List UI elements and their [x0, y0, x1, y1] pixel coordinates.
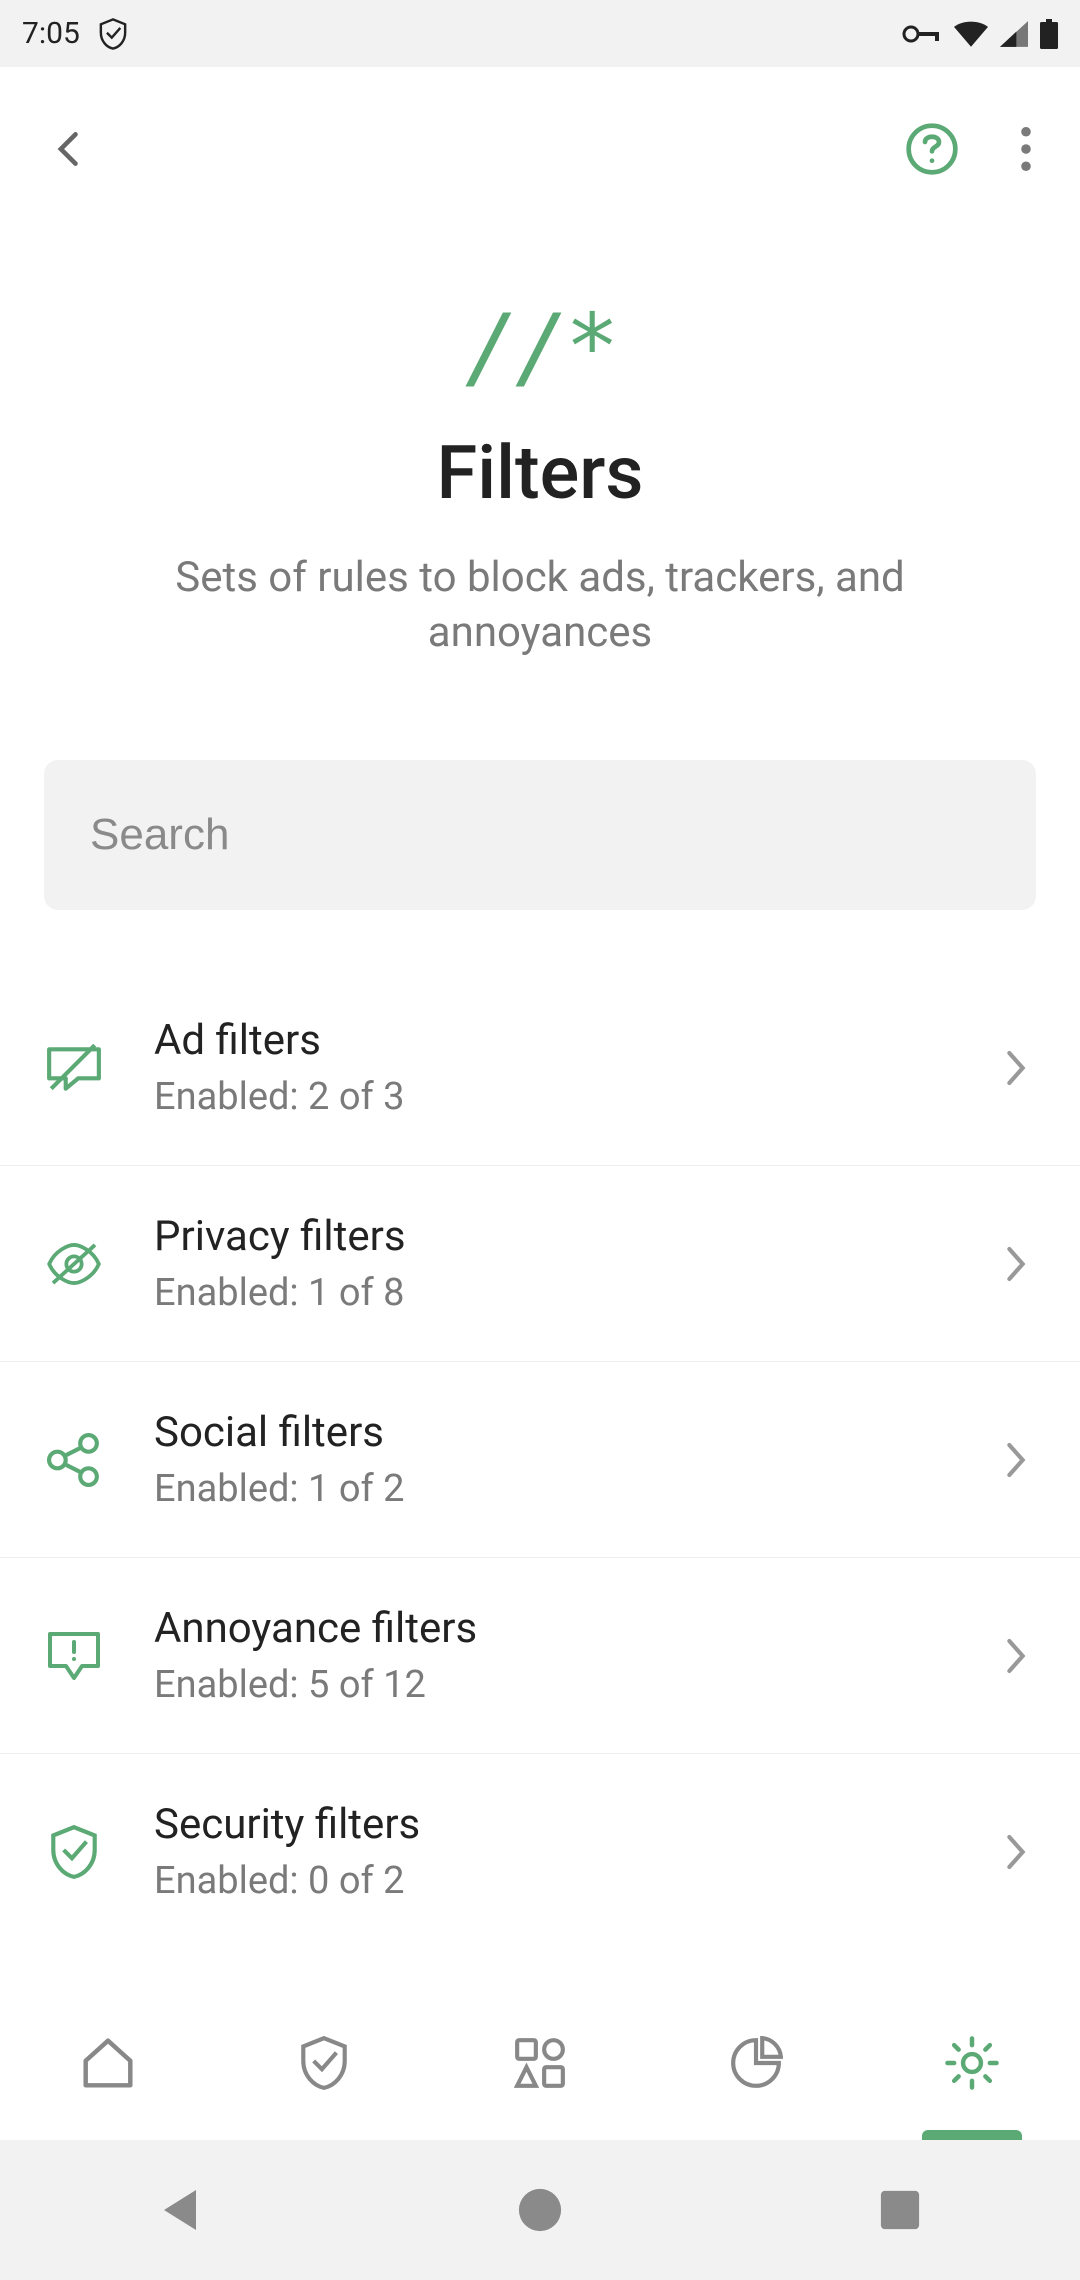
nav-settings[interactable]	[864, 1985, 1080, 2140]
search-input[interactable]	[44, 760, 1036, 910]
status-time: 7:05	[22, 16, 80, 51]
filter-list: Ad filters Enabled: 2 of 3 Privacy filte…	[0, 970, 1080, 1949]
list-item-social-filters[interactable]: Social filters Enabled: 1 of 2	[0, 1362, 1080, 1558]
item-subtitle: Enabled: 1 of 2	[154, 1467, 946, 1511]
item-title: Social filters	[154, 1408, 946, 1457]
back-button[interactable]	[48, 127, 92, 175]
nav-home[interactable]	[0, 1985, 216, 2140]
statusbar: 7:05	[0, 0, 1080, 67]
list-item-ad-filters[interactable]: Ad filters Enabled: 2 of 3	[0, 970, 1080, 1166]
filters-logo-icon: //*	[60, 295, 1020, 400]
list-item-privacy-filters[interactable]: Privacy filters Enabled: 1 of 8	[0, 1166, 1080, 1362]
chevron-right-icon	[996, 1244, 1036, 1284]
page-subtitle: Sets of rules to block ads, trackers, an…	[60, 551, 1020, 660]
ad-block-icon	[44, 1043, 104, 1093]
alert-bubble-icon	[44, 1630, 104, 1682]
system-nav-bar	[0, 2140, 1080, 2280]
chevron-right-icon	[996, 1636, 1036, 1676]
bottom-nav	[0, 1985, 1080, 2140]
sys-recent-button[interactable]	[720, 2140, 1080, 2280]
cell-signal-icon	[1000, 21, 1028, 47]
nav-apps[interactable]	[432, 1985, 648, 2140]
sys-home-button[interactable]	[360, 2140, 720, 2280]
wifi-icon	[954, 21, 988, 47]
list-item-security-filters[interactable]: Security filters Enabled: 0 of 2	[0, 1754, 1080, 1949]
appbar	[0, 67, 1080, 235]
item-subtitle: Enabled: 1 of 8	[154, 1271, 946, 1315]
nav-protection[interactable]	[216, 1985, 432, 2140]
shield-check-icon	[44, 1823, 104, 1881]
item-subtitle: Enabled: 0 of 2	[154, 1859, 946, 1903]
help-button[interactable]	[904, 121, 960, 181]
shield-status-icon	[98, 17, 128, 51]
chevron-right-icon	[996, 1048, 1036, 1088]
battery-icon	[1040, 19, 1058, 49]
active-tab-indicator	[922, 2130, 1022, 2140]
more-menu-button[interactable]	[1020, 126, 1032, 176]
share-icon	[44, 1433, 104, 1487]
item-title: Security filters	[154, 1800, 946, 1849]
chevron-right-icon	[996, 1832, 1036, 1872]
item-title: Privacy filters	[154, 1212, 946, 1261]
chevron-right-icon	[996, 1440, 1036, 1480]
list-item-annoyance-filters[interactable]: Annoyance filters Enabled: 5 of 12	[0, 1558, 1080, 1754]
item-title: Ad filters	[154, 1016, 946, 1065]
item-subtitle: Enabled: 5 of 12	[154, 1663, 946, 1707]
vpn-key-icon	[902, 23, 942, 45]
sys-back-button[interactable]	[0, 2140, 360, 2280]
item-title: Annoyance filters	[154, 1604, 946, 1653]
nav-statistics[interactable]	[648, 1985, 864, 2140]
page-header: //* Filters Sets of rules to block ads, …	[0, 235, 1080, 760]
eye-off-icon	[44, 1243, 104, 1285]
item-subtitle: Enabled: 2 of 3	[154, 1075, 946, 1119]
page-title: Filters	[60, 430, 1020, 517]
